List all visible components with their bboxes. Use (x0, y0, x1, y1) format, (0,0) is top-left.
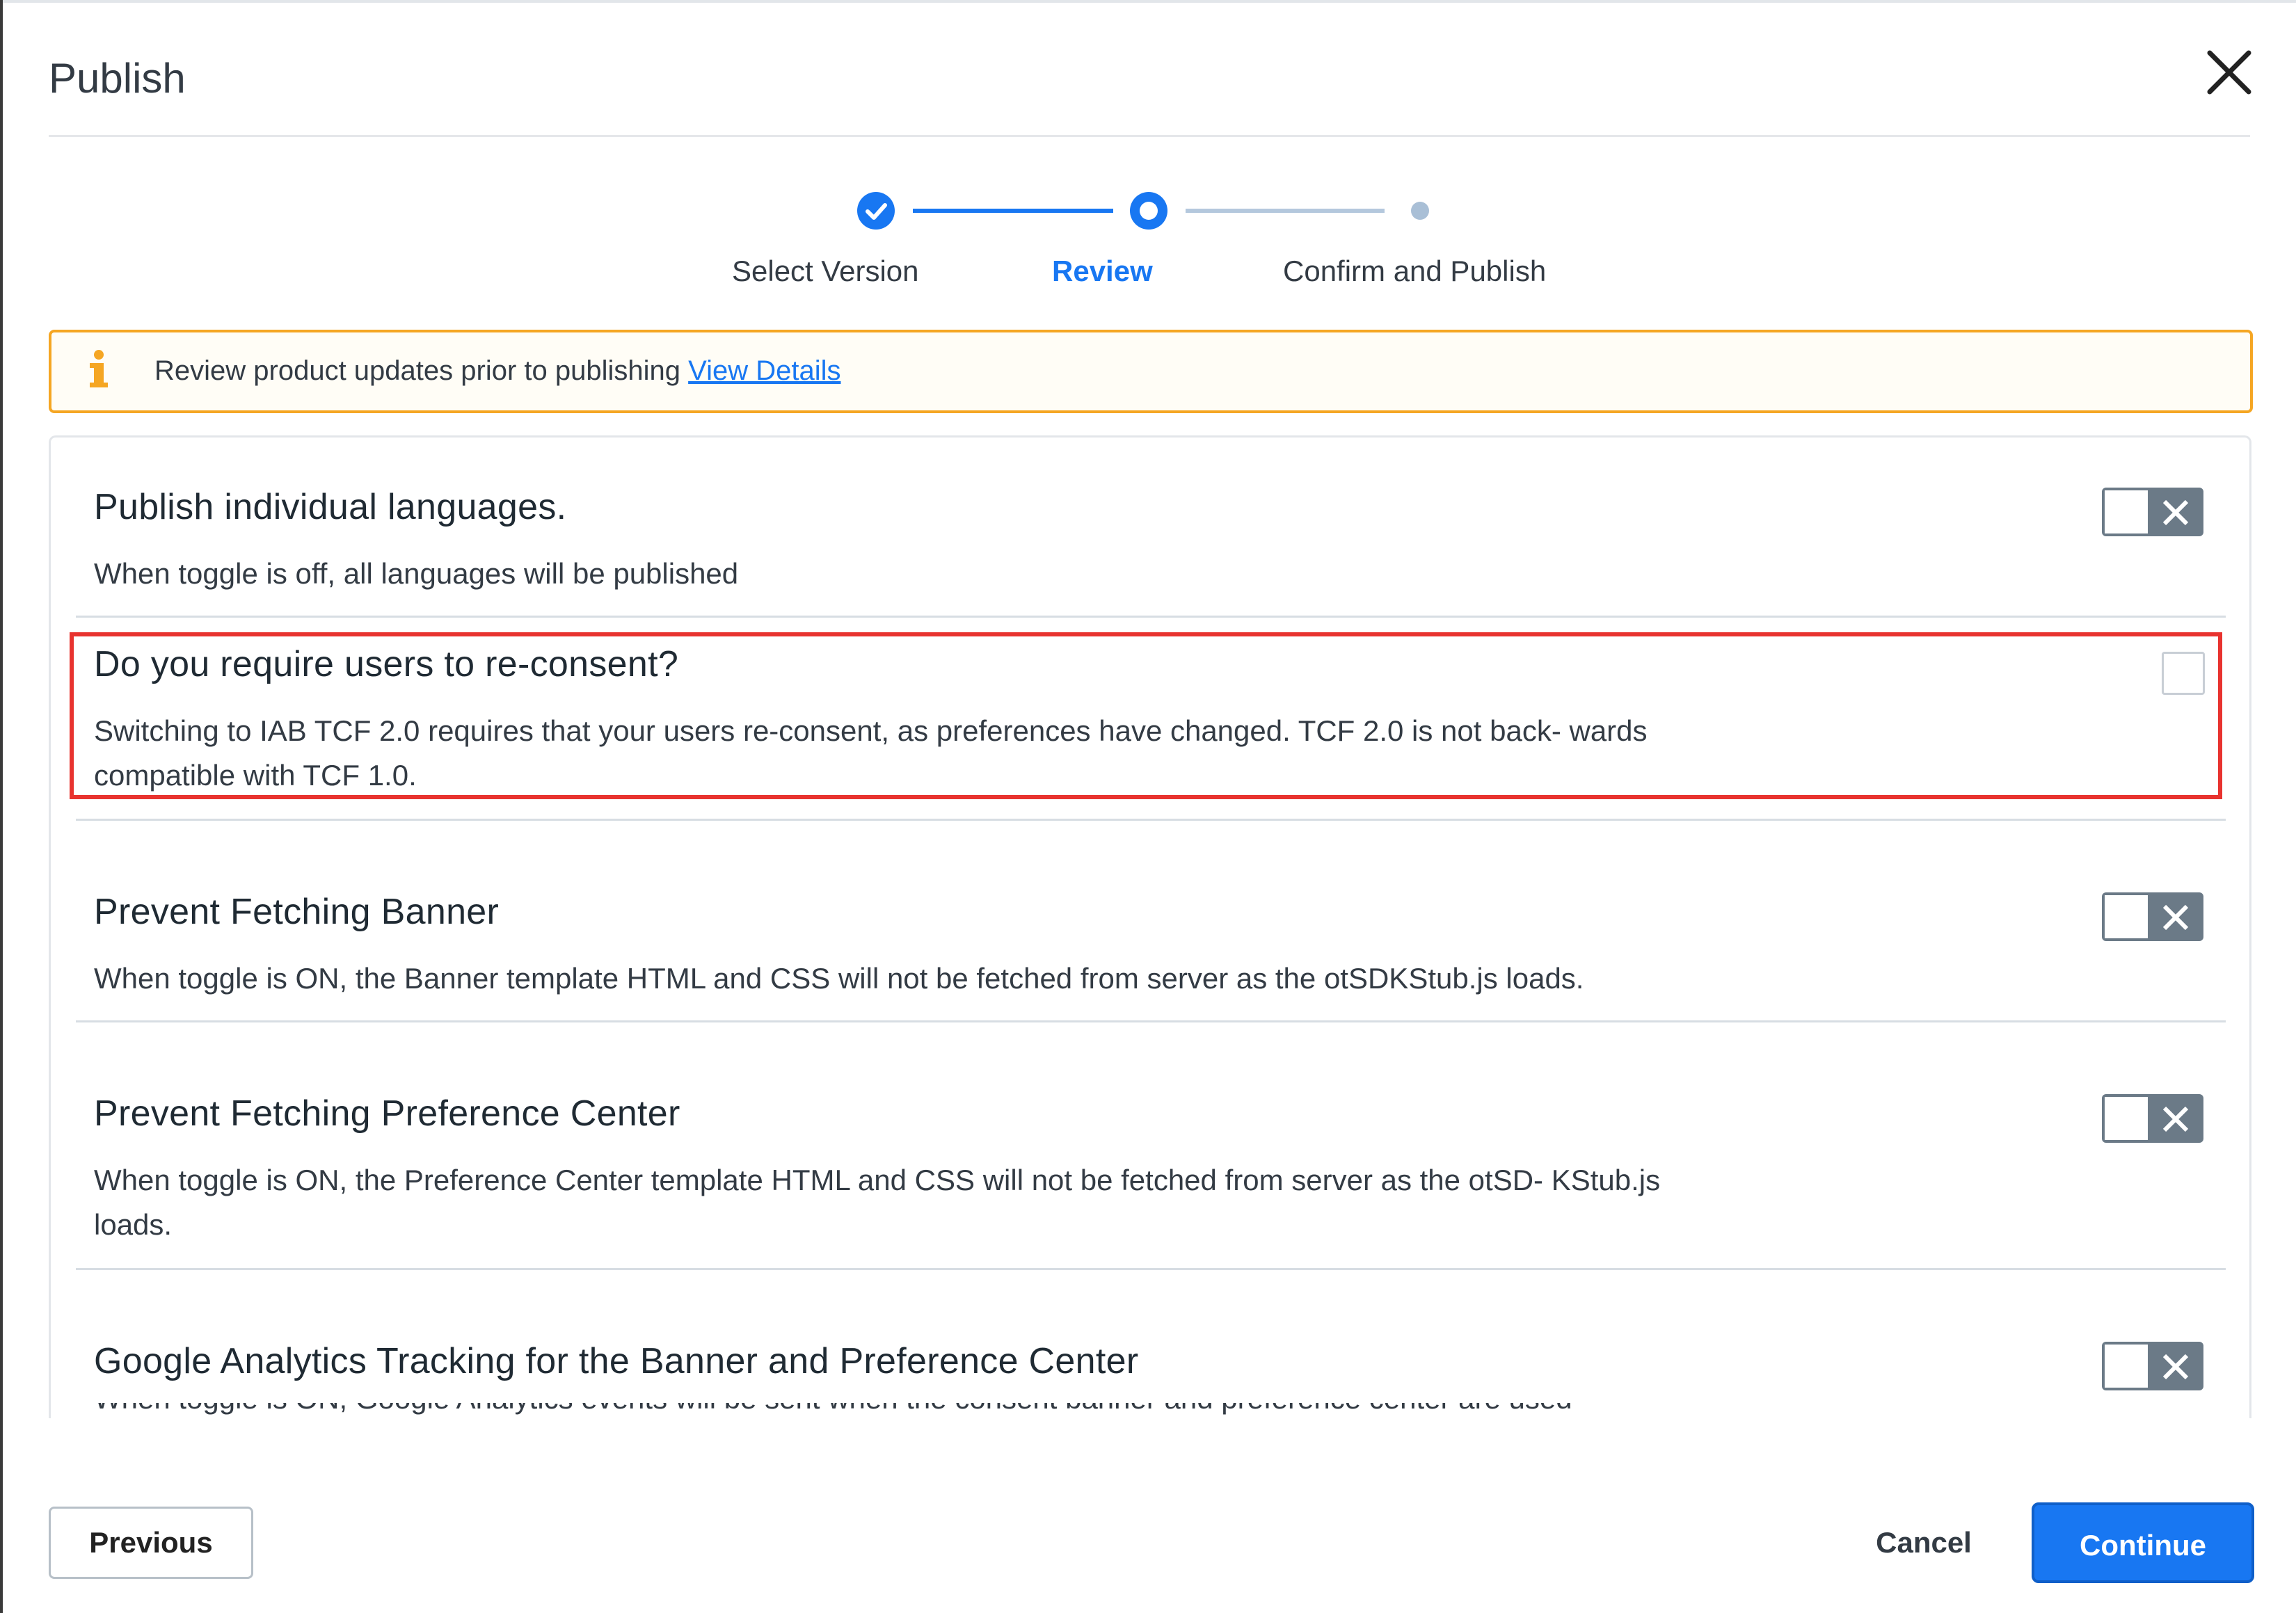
row-divider (76, 819, 2226, 821)
toggle-off-track (2151, 895, 2201, 938)
view-details-link[interactable]: View Details (688, 355, 840, 386)
alert-message: Review product updates prior to publishi… (154, 355, 680, 386)
google-analytics-toggle[interactable] (2102, 1342, 2203, 1390)
publish-languages-toggle[interactable] (2102, 488, 2203, 536)
row-divider (76, 616, 2226, 618)
step-label-select-version: Select Version (732, 255, 919, 287)
publish-settings-panel: Publish individual languages. When toggl… (49, 435, 2251, 1418)
setting-desc-prevent-preference-center: When toggle is ON, the Preference Center… (94, 1164, 1661, 1241)
setting-title-google-analytics: Google Analytics Tracking for the Banner… (94, 1341, 1139, 1381)
row-divider (76, 1268, 2226, 1270)
toggle-knob (2105, 1097, 2151, 1140)
setting-title-publish-languages: Publish individual languages. (94, 487, 567, 527)
setting-title-prevent-banner: Prevent Fetching Banner (94, 892, 500, 932)
step-current-ring-icon (1130, 192, 1167, 230)
step-connector-complete (913, 209, 1113, 213)
prevent-preference-center-toggle[interactable] (2102, 1094, 2203, 1143)
row-divider (76, 1020, 2226, 1022)
toggle-knob (2105, 895, 2151, 938)
setting-desc-re-consent: Switching to IAB TCF 2.0 requires that y… (94, 714, 1648, 792)
previous-button[interactable]: Previous (49, 1507, 253, 1579)
cancel-button[interactable]: Cancel (1851, 1507, 1997, 1579)
info-icon (85, 349, 113, 391)
toggle-off-track (2151, 1345, 2201, 1388)
prevent-banner-toggle[interactable] (2102, 892, 2203, 941)
setting-title-re-consent: Do you require users to re-consent? (94, 644, 679, 684)
review-updates-alert: Review product updates prior to publishi… (49, 330, 2253, 413)
setting-desc-prevent-banner: When toggle is ON, the Banner template H… (94, 962, 1584, 995)
setting-desc-google-analytics: When toggle is ON, Google Analytics even… (94, 1403, 1625, 1415)
setting-title-prevent-preference-center: Prevent Fetching Preference Center (94, 1093, 680, 1134)
alert-text: Review product updates prior to publishi… (154, 355, 840, 387)
step-complete-check-icon (857, 192, 895, 230)
setting-desc-publish-languages: When toggle is off, all languages will b… (94, 557, 739, 590)
step-label-confirm-publish: Confirm and Publish (1283, 255, 1547, 287)
step-connector-upcoming (1186, 209, 1385, 213)
toggle-knob (2105, 1345, 2151, 1388)
toggle-off-track (2151, 1097, 2201, 1140)
step-upcoming-dot-icon (1411, 202, 1429, 220)
dialog-title: Publish (49, 55, 186, 102)
toggle-knob (2105, 490, 2151, 533)
header-divider (49, 135, 2250, 137)
setting-desc-google-analytics-clipped: When toggle is ON, Google Analytics even… (94, 1403, 1625, 1418)
close-icon[interactable] (2203, 46, 2256, 99)
window-left-edge (0, 0, 3, 1613)
re-consent-checkbox[interactable] (2162, 652, 2205, 695)
toggle-off-track (2151, 490, 2201, 533)
continue-button[interactable]: Continue (2032, 1502, 2254, 1583)
step-label-review: Review (1052, 255, 1153, 287)
window-top-edge (0, 0, 2296, 3)
